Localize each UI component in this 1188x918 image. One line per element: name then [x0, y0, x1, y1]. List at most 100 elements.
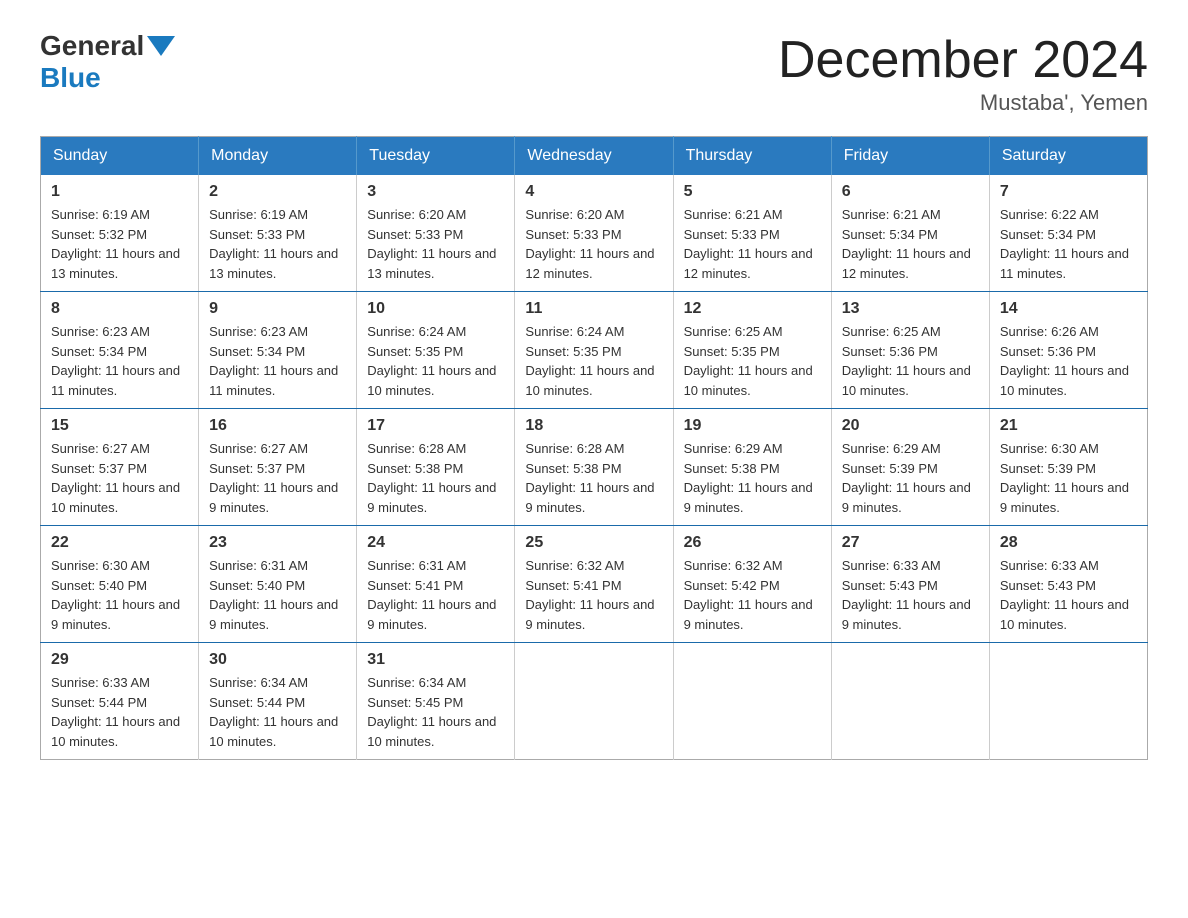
- day-number: 18: [525, 417, 662, 435]
- sunrise-label: Sunrise: 6:31 AM: [209, 558, 308, 573]
- calendar-week-row: 1 Sunrise: 6:19 AM Sunset: 5:32 PM Dayli…: [41, 175, 1148, 292]
- day-number: 30: [209, 651, 346, 669]
- title-area: December 2024 Mustaba', Yemen: [778, 30, 1148, 116]
- day-info: Sunrise: 6:34 AM Sunset: 5:44 PM Dayligh…: [209, 673, 346, 751]
- calendar-cell: 16 Sunrise: 6:27 AM Sunset: 5:37 PM Dayl…: [199, 409, 357, 526]
- daylight-label: Daylight: 11 hours and 9 minutes.: [367, 480, 496, 515]
- sunrise-label: Sunrise: 6:31 AM: [367, 558, 466, 573]
- daylight-label: Daylight: 11 hours and 12 minutes.: [525, 246, 654, 281]
- sunset-label: Sunset: 5:38 PM: [525, 461, 621, 476]
- sunrise-label: Sunrise: 6:26 AM: [1000, 324, 1099, 339]
- day-number: 15: [51, 417, 188, 435]
- logo-triangle-icon: [147, 36, 175, 56]
- sunrise-label: Sunrise: 6:27 AM: [209, 441, 308, 456]
- sunrise-label: Sunrise: 6:30 AM: [51, 558, 150, 573]
- daylight-label: Daylight: 11 hours and 9 minutes.: [525, 597, 654, 632]
- calendar-cell: 26 Sunrise: 6:32 AM Sunset: 5:42 PM Dayl…: [673, 526, 831, 643]
- day-info: Sunrise: 6:19 AM Sunset: 5:32 PM Dayligh…: [51, 205, 188, 283]
- daylight-label: Daylight: 11 hours and 9 minutes.: [1000, 480, 1129, 515]
- calendar-cell: 23 Sunrise: 6:31 AM Sunset: 5:40 PM Dayl…: [199, 526, 357, 643]
- day-info: Sunrise: 6:22 AM Sunset: 5:34 PM Dayligh…: [1000, 205, 1137, 283]
- sunset-label: Sunset: 5:39 PM: [1000, 461, 1096, 476]
- calendar-cell: 30 Sunrise: 6:34 AM Sunset: 5:44 PM Dayl…: [199, 643, 357, 760]
- day-number: 14: [1000, 300, 1137, 318]
- day-number: 25: [525, 534, 662, 552]
- daylight-label: Daylight: 11 hours and 10 minutes.: [209, 714, 338, 749]
- day-number: 9: [209, 300, 346, 318]
- day-number: 20: [842, 417, 979, 435]
- sunrise-label: Sunrise: 6:29 AM: [842, 441, 941, 456]
- calendar-cell: [673, 643, 831, 760]
- daylight-label: Daylight: 11 hours and 10 minutes.: [684, 363, 813, 398]
- day-info: Sunrise: 6:33 AM Sunset: 5:43 PM Dayligh…: [842, 556, 979, 634]
- sunrise-label: Sunrise: 6:30 AM: [1000, 441, 1099, 456]
- day-info: Sunrise: 6:24 AM Sunset: 5:35 PM Dayligh…: [367, 322, 504, 400]
- calendar-cell: 8 Sunrise: 6:23 AM Sunset: 5:34 PM Dayli…: [41, 292, 199, 409]
- daylight-label: Daylight: 11 hours and 9 minutes.: [209, 597, 338, 632]
- sunrise-label: Sunrise: 6:23 AM: [209, 324, 308, 339]
- daylight-label: Daylight: 11 hours and 13 minutes.: [51, 246, 180, 281]
- column-header-thursday: Thursday: [673, 137, 831, 176]
- day-info: Sunrise: 6:20 AM Sunset: 5:33 PM Dayligh…: [525, 205, 662, 283]
- calendar-cell: 9 Sunrise: 6:23 AM Sunset: 5:34 PM Dayli…: [199, 292, 357, 409]
- day-number: 28: [1000, 534, 1137, 552]
- day-number: 1: [51, 183, 188, 201]
- daylight-label: Daylight: 11 hours and 11 minutes.: [209, 363, 338, 398]
- daylight-label: Daylight: 11 hours and 10 minutes.: [1000, 597, 1129, 632]
- column-header-saturday: Saturday: [989, 137, 1147, 176]
- daylight-label: Daylight: 11 hours and 13 minutes.: [367, 246, 496, 281]
- daylight-label: Daylight: 11 hours and 10 minutes.: [1000, 363, 1129, 398]
- calendar-cell: 17 Sunrise: 6:28 AM Sunset: 5:38 PM Dayl…: [357, 409, 515, 526]
- daylight-label: Daylight: 11 hours and 9 minutes.: [842, 597, 971, 632]
- sunrise-label: Sunrise: 6:24 AM: [525, 324, 624, 339]
- daylight-label: Daylight: 11 hours and 10 minutes.: [367, 363, 496, 398]
- daylight-label: Daylight: 11 hours and 11 minutes.: [51, 363, 180, 398]
- logo: General Blue: [40, 30, 178, 94]
- column-header-wednesday: Wednesday: [515, 137, 673, 176]
- sunrise-label: Sunrise: 6:28 AM: [367, 441, 466, 456]
- sunrise-label: Sunrise: 6:32 AM: [684, 558, 783, 573]
- calendar-cell: 18 Sunrise: 6:28 AM Sunset: 5:38 PM Dayl…: [515, 409, 673, 526]
- day-number: 6: [842, 183, 979, 201]
- sunset-label: Sunset: 5:33 PM: [209, 227, 305, 242]
- day-number: 2: [209, 183, 346, 201]
- sunset-label: Sunset: 5:36 PM: [842, 344, 938, 359]
- calendar-cell: 12 Sunrise: 6:25 AM Sunset: 5:35 PM Dayl…: [673, 292, 831, 409]
- sunset-label: Sunset: 5:33 PM: [684, 227, 780, 242]
- day-number: 16: [209, 417, 346, 435]
- day-number: 17: [367, 417, 504, 435]
- day-info: Sunrise: 6:27 AM Sunset: 5:37 PM Dayligh…: [51, 439, 188, 517]
- day-number: 26: [684, 534, 821, 552]
- logo-blue-text: Blue: [40, 62, 101, 93]
- day-info: Sunrise: 6:23 AM Sunset: 5:34 PM Dayligh…: [51, 322, 188, 400]
- daylight-label: Daylight: 11 hours and 10 minutes.: [367, 714, 496, 749]
- month-title: December 2024: [778, 30, 1148, 90]
- day-number: 22: [51, 534, 188, 552]
- calendar-cell: 28 Sunrise: 6:33 AM Sunset: 5:43 PM Dayl…: [989, 526, 1147, 643]
- calendar-cell: 21 Sunrise: 6:30 AM Sunset: 5:39 PM Dayl…: [989, 409, 1147, 526]
- calendar-cell: 15 Sunrise: 6:27 AM Sunset: 5:37 PM Dayl…: [41, 409, 199, 526]
- sunset-label: Sunset: 5:34 PM: [1000, 227, 1096, 242]
- day-info: Sunrise: 6:31 AM Sunset: 5:41 PM Dayligh…: [367, 556, 504, 634]
- day-number: 27: [842, 534, 979, 552]
- sunset-label: Sunset: 5:32 PM: [51, 227, 147, 242]
- day-info: Sunrise: 6:21 AM Sunset: 5:33 PM Dayligh…: [684, 205, 821, 283]
- daylight-label: Daylight: 11 hours and 9 minutes.: [51, 597, 180, 632]
- sunset-label: Sunset: 5:40 PM: [209, 578, 305, 593]
- sunrise-label: Sunrise: 6:32 AM: [525, 558, 624, 573]
- daylight-label: Daylight: 11 hours and 9 minutes.: [842, 480, 971, 515]
- day-info: Sunrise: 6:30 AM Sunset: 5:39 PM Dayligh…: [1000, 439, 1137, 517]
- sunrise-label: Sunrise: 6:19 AM: [51, 207, 150, 222]
- day-info: Sunrise: 6:21 AM Sunset: 5:34 PM Dayligh…: [842, 205, 979, 283]
- day-info: Sunrise: 6:32 AM Sunset: 5:42 PM Dayligh…: [684, 556, 821, 634]
- sunrise-label: Sunrise: 6:20 AM: [525, 207, 624, 222]
- calendar-cell: 22 Sunrise: 6:30 AM Sunset: 5:40 PM Dayl…: [41, 526, 199, 643]
- sunset-label: Sunset: 5:38 PM: [684, 461, 780, 476]
- day-info: Sunrise: 6:34 AM Sunset: 5:45 PM Dayligh…: [367, 673, 504, 751]
- sunset-label: Sunset: 5:34 PM: [209, 344, 305, 359]
- calendar-cell: 5 Sunrise: 6:21 AM Sunset: 5:33 PM Dayli…: [673, 175, 831, 292]
- day-info: Sunrise: 6:31 AM Sunset: 5:40 PM Dayligh…: [209, 556, 346, 634]
- calendar-cell: 1 Sunrise: 6:19 AM Sunset: 5:32 PM Dayli…: [41, 175, 199, 292]
- sunset-label: Sunset: 5:41 PM: [525, 578, 621, 593]
- day-info: Sunrise: 6:32 AM Sunset: 5:41 PM Dayligh…: [525, 556, 662, 634]
